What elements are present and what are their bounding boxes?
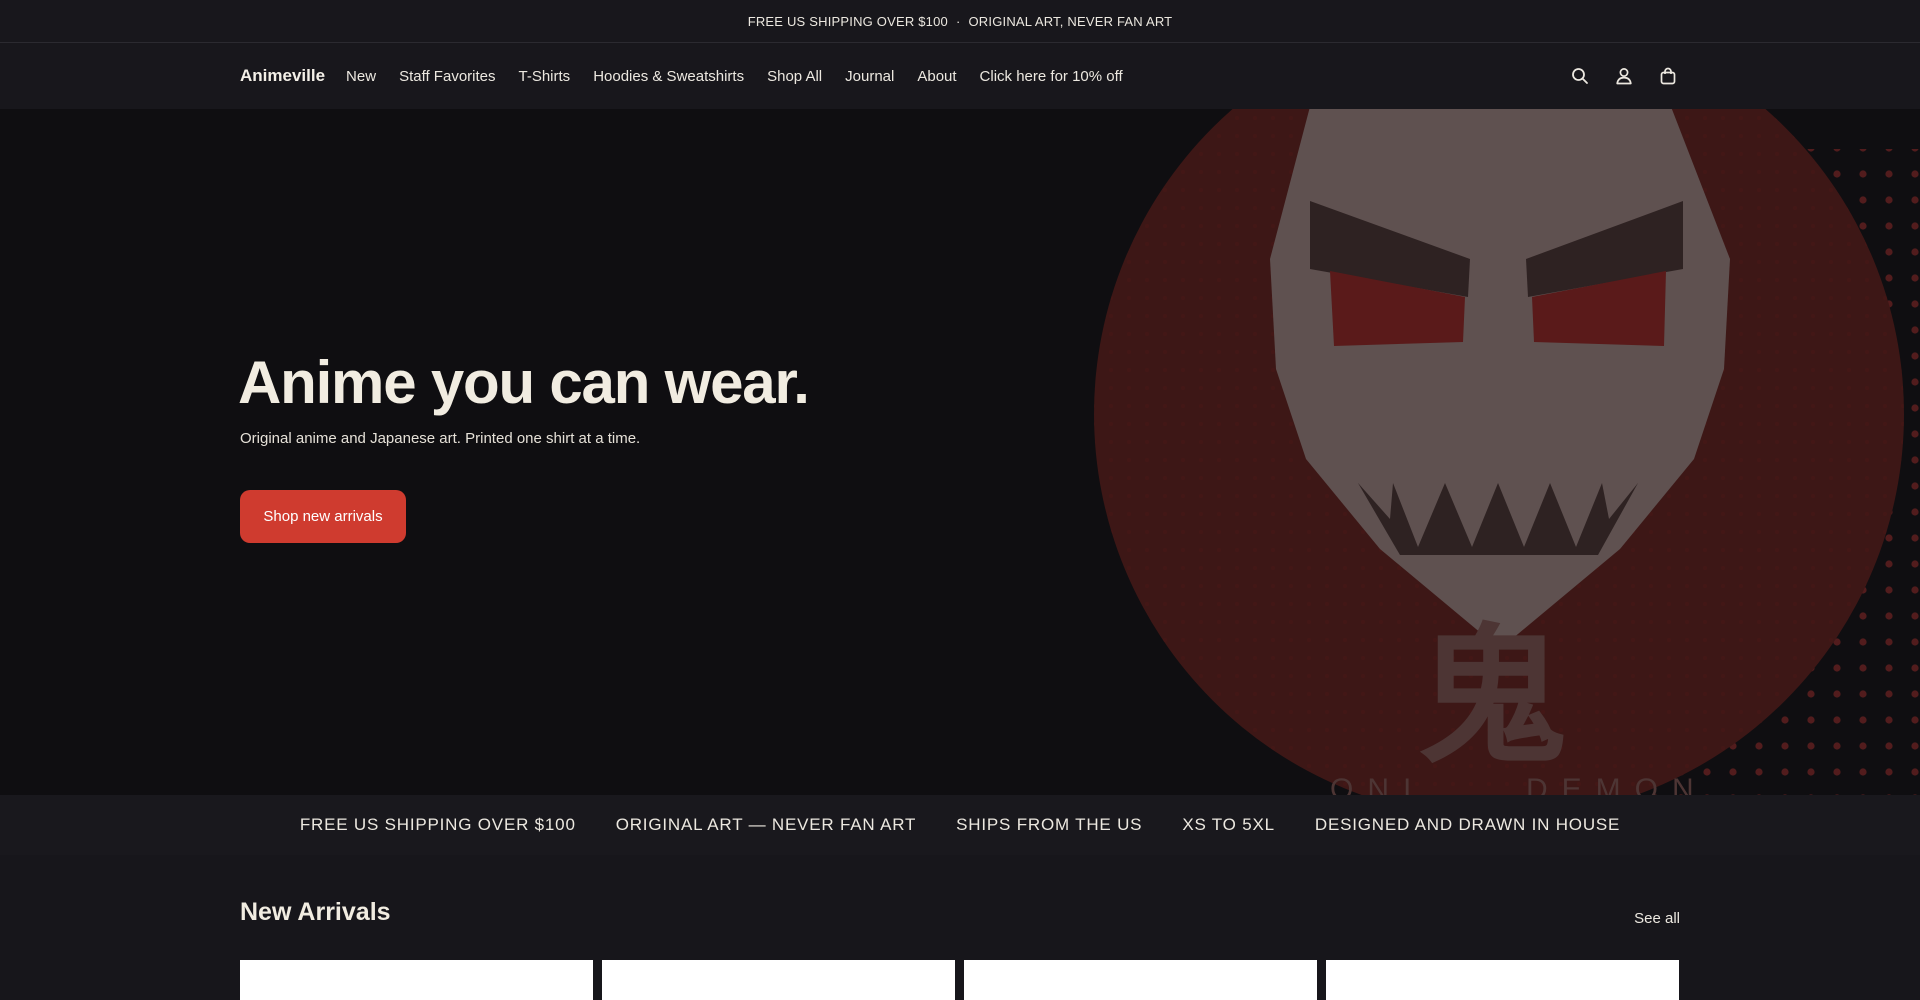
product-card[interactable]	[240, 960, 593, 1000]
cart-icon[interactable]	[1656, 64, 1680, 88]
main-nav: New Staff Favorites T-Shirts Hoodies & S…	[346, 68, 1146, 85]
oni-kanji: 鬼	[1417, 611, 1567, 785]
product-card[interactable]	[964, 960, 1317, 1000]
new-arrivals-title: New Arrivals	[240, 898, 391, 926]
usp-strip: FREE US SHIPPING OVER $100 ORIGINAL ART …	[0, 795, 1920, 855]
product-grid	[240, 960, 1680, 1000]
nav-item-hoodies-sweatshirts[interactable]: Hoodies & Sweatshirts	[593, 68, 744, 85]
nav-item-t-shirts[interactable]: T-Shirts	[519, 68, 571, 85]
announcement-separator: ·	[955, 13, 961, 29]
nav-item-shop-all[interactable]: Shop All	[767, 68, 822, 85]
nav-item-new[interactable]: New	[346, 68, 376, 85]
shop-new-arrivals-button[interactable]: Shop new arrivals	[240, 490, 406, 543]
hero-subtitle: Original anime and Japanese art. Printed…	[240, 430, 641, 447]
nav-item-discount[interactable]: Click here for 10% off	[980, 68, 1123, 85]
usp-item: XS TO 5XL	[1182, 815, 1275, 834]
account-icon[interactable]	[1612, 64, 1636, 88]
announcement-left: FREE US SHIPPING OVER $100	[747, 13, 948, 29]
oni-caption-left: ONI	[1330, 773, 1425, 795]
announcement-right: ORIGINAL ART, NEVER FAN ART	[968, 13, 1173, 29]
site-logo[interactable]: Animeville	[240, 66, 325, 86]
site-header: Animeville New Staff Favorites T-Shirts …	[0, 43, 1920, 109]
hero-section: 鬼 ONI DEMON Anime you can wear. Original…	[0, 109, 1920, 795]
usp-item: SHIPS FROM THE US	[956, 815, 1143, 834]
header-actions	[1568, 64, 1680, 88]
announcement-bar: FREE US SHIPPING OVER $100 · ORIGINAL AR…	[0, 0, 1920, 43]
see-all-link[interactable]: See all	[1634, 910, 1680, 927]
nav-item-journal[interactable]: Journal	[845, 68, 894, 85]
nav-item-staff-favorites[interactable]: Staff Favorites	[399, 68, 495, 85]
oni-caption-right: DEMON	[1526, 773, 1708, 795]
nav-item-about[interactable]: About	[917, 68, 956, 85]
usp-item: FREE US SHIPPING OVER $100	[299, 815, 576, 834]
oni-mask-illustration: 鬼 ONI DEMON	[940, 109, 1920, 795]
usp-item: ORIGINAL ART — NEVER FAN ART	[615, 815, 917, 834]
product-card[interactable]	[602, 960, 955, 1000]
search-icon[interactable]	[1568, 64, 1592, 88]
hero-title: Anime you can wear.	[238, 349, 810, 416]
product-card[interactable]	[1326, 960, 1679, 1000]
usp-item: DESIGNED AND DRAWN IN HOUSE	[1314, 815, 1621, 834]
